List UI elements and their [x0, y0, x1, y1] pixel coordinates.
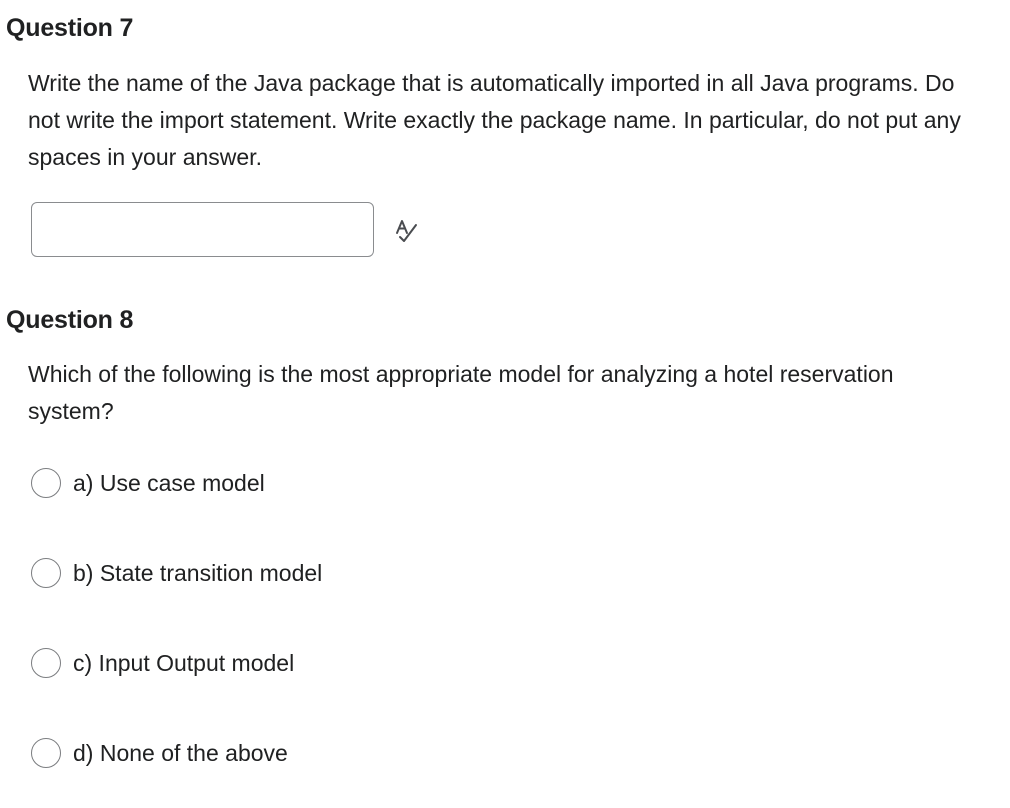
option-b-label: b) State transition model: [73, 559, 323, 586]
question-7-text: Write the name of the Java package that …: [28, 70, 961, 170]
question-8-text: Which of the following is the most appro…: [28, 361, 894, 424]
option-a-radio[interactable]: [31, 468, 61, 498]
option-c-radio[interactable]: [31, 648, 61, 678]
option-d-radio[interactable]: [31, 738, 61, 768]
question-7-title: Question 7: [6, 14, 134, 42]
option-a-label: a) Use case model: [73, 469, 265, 496]
option-c[interactable]: c) Input Output model: [31, 645, 294, 681]
option-d-label: d) None of the above: [73, 739, 288, 766]
question-7-answer-field[interactable]: [31, 202, 374, 257]
option-a[interactable]: a) Use case model: [31, 465, 265, 501]
spellcheck-icon[interactable]: [392, 216, 420, 244]
question-8-title: Question 8: [6, 306, 134, 334]
option-b[interactable]: b) State transition model: [31, 555, 322, 591]
option-b-radio[interactable]: [31, 558, 61, 588]
option-d[interactable]: d) None of the above: [31, 735, 288, 771]
option-c-label: c) Input Output model: [73, 649, 295, 676]
